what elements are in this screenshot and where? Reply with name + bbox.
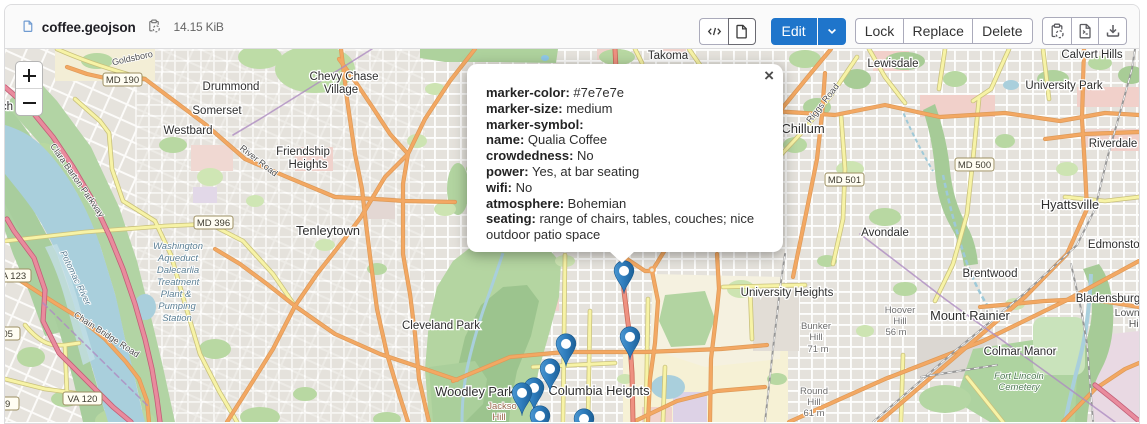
svg-text:Drummond: Drummond	[203, 81, 260, 93]
svg-text:Lewisdale: Lewisdale	[867, 58, 918, 70]
svg-text:Treatment: Treatment	[157, 277, 200, 288]
svg-text:Cemetery: Cemetery	[998, 382, 1040, 393]
svg-text:Avondale: Avondale	[861, 227, 909, 239]
svg-text:Hill: Hill	[807, 397, 820, 408]
svg-text:Hyattsville: Hyattsville	[1041, 197, 1099, 212]
svg-text:Chevy Chase: Chevy Chase	[309, 71, 378, 83]
svg-text:Tenleytown: Tenleytown	[296, 223, 360, 238]
svg-text:Riverdale: Riverdale	[1089, 138, 1138, 150]
svg-text:University Park: University Park	[1025, 80, 1103, 92]
svg-text:Calvert Hills: Calvert Hills	[1061, 49, 1123, 61]
svg-text:MD 500: MD 500	[958, 160, 991, 171]
svg-text:Hill: Hill	[492, 412, 505, 422]
svg-text:Mount Rainier: Mount Rainier	[930, 308, 1010, 323]
svg-text:Fort Lincoln: Fort Lincoln	[994, 371, 1044, 382]
svg-text:Hill: Hill	[809, 332, 822, 343]
svg-text:A 123: A 123	[5, 271, 26, 282]
svg-text:Cleveland Park: Cleveland Park	[402, 320, 480, 332]
svg-text:Round: Round	[800, 386, 828, 397]
svg-text:Hoover: Hoover	[885, 305, 916, 316]
svg-text:Jackso: Jackso	[487, 401, 517, 412]
svg-text:Woodley Park: Woodley Park	[435, 384, 515, 399]
svg-text:105: 105	[5, 329, 13, 340]
svg-text:Edmonston: Edmonston	[1088, 239, 1139, 251]
svg-text:Washington: Washington	[153, 241, 203, 252]
svg-text:Station: Station	[162, 313, 192, 324]
svg-text:Brentwood: Brentwood	[963, 268, 1018, 280]
svg-text:Westbard: Westbard	[163, 125, 212, 137]
svg-text:Bunker: Bunker	[801, 321, 831, 332]
svg-text:56 m: 56 m	[885, 327, 906, 338]
svg-text:71 m: 71 m	[807, 344, 828, 355]
svg-text:Dalecarlia: Dalecarlia	[157, 265, 199, 276]
svg-text:Takoma: Takoma	[648, 50, 689, 62]
svg-text:MD 190: MD 190	[106, 75, 139, 86]
svg-text:ch: ch	[5, 101, 13, 113]
svg-text:61 m: 61 m	[803, 408, 824, 419]
svg-text:39: 39	[5, 399, 10, 410]
svg-text:Aqueduct: Aqueduct	[157, 253, 199, 264]
svg-text:Chillum: Chillum	[781, 121, 824, 136]
svg-text:Friendship: Friendship	[276, 146, 330, 158]
svg-text:MD 501: MD 501	[828, 175, 861, 186]
svg-text:Village: Village	[324, 84, 358, 96]
svg-text:VA 120: VA 120	[68, 394, 98, 405]
svg-text:MD 396: MD 396	[197, 218, 230, 229]
svg-text:Colmar Manor: Colmar Manor	[984, 346, 1057, 358]
svg-text:Hill: Hill	[893, 316, 906, 327]
svg-text:Heights: Heights	[289, 159, 328, 171]
svg-text:University Heights: University Heights	[741, 287, 834, 299]
svg-text:Pumping: Pumping	[158, 301, 196, 312]
svg-text:Bladensburg: Bladensburg	[1076, 293, 1139, 305]
svg-text:Plant &: Plant &	[161, 289, 192, 300]
svg-text:Columbia Heights: Columbia Heights	[548, 383, 649, 398]
svg-text:Somerset: Somerset	[192, 105, 242, 117]
svg-text:Hill: Hill	[1129, 318, 1139, 330]
